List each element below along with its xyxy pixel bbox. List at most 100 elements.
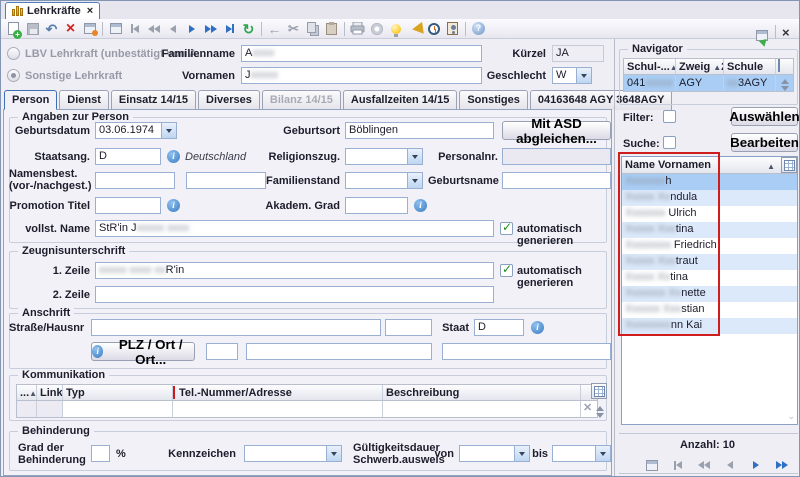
document-tab-lehrkraefte[interactable]: Lehrkräfte × [5,2,100,19]
notification-button[interactable] [405,20,424,38]
table-settings-button[interactable] [591,383,607,399]
tab-close-icon[interactable]: × [87,5,93,17]
link-column-header[interactable]: Link [37,385,63,400]
user-data-button[interactable] [443,20,462,38]
radio-sonstige-lehrkraft[interactable] [7,69,20,82]
tab-person[interactable]: Person [4,90,57,110]
plz-ort-button[interactable]: iPLZ / Ort / Ort... [91,342,195,361]
tab-ausfallzeiten[interactable]: Ausfallzeiten 14/15 [343,90,457,110]
list-settings-button[interactable] [781,157,797,173]
list-item[interactable]: Xxxxxx Xxxstian [622,302,797,318]
row-spinner[interactable] [593,402,607,422]
navigator-header-row[interactable]: Schul-...▲1 Zweig ▲2 Schule [623,58,794,75]
navigator-selected-row[interactable]: 041xxxxx AGY xx3AGY [623,75,794,92]
new-record-button[interactable] [4,20,23,38]
vornamen-field[interactable]: Jxxxxx [241,67,482,84]
save-button[interactable] [23,20,42,38]
link-cell[interactable] [37,401,63,417]
list-item[interactable]: Xxxxx Xxxtina [622,222,797,238]
beschreibung-cell[interactable] [383,401,581,417]
copy-button[interactable] [303,20,322,38]
familienname-field[interactable]: Axxxx [241,45,482,62]
chevron-down-icon[interactable] [326,445,342,462]
tel-cell[interactable] [173,401,383,417]
sort-column-header[interactable]: ...▲ [17,385,37,400]
list-item[interactable]: Xxxxxxx Xxnette [622,286,797,302]
geschlecht-combo[interactable]: W [552,67,592,84]
info-icon[interactable]: i [531,321,544,334]
namensbest-vor-field[interactable] [95,172,175,189]
navigator-settings-button[interactable] [776,59,793,74]
vollname-autogen-checkbox[interactable] [500,222,513,235]
geburtsname-field[interactable] [502,172,611,189]
hint-button[interactable] [386,20,405,38]
namensbest-nach-field[interactable] [186,172,266,189]
navigator-row-spinner[interactable] [776,75,793,91]
undo-button[interactable]: ↶ [42,20,61,38]
close-view-icon[interactable]: × [782,26,790,39]
fast-forward-button[interactable] [772,456,791,474]
akadem-grad-field[interactable] [345,197,408,214]
typ-column-header[interactable]: Typ [63,385,173,400]
radio-lbv-lehrkraft[interactable] [7,47,20,60]
print-button[interactable] [348,20,367,38]
chevron-down-icon[interactable] [514,445,530,462]
edit-form-button[interactable] [80,20,99,38]
bis-combo[interactable] [552,445,611,462]
tab-einsatz[interactable]: Einsatz 14/15 [111,90,196,110]
zeile2-field[interactable] [95,286,494,303]
forward-button[interactable] [746,456,765,474]
asd-abgleichen-button[interactable]: Mit ASD abgleichen... [502,121,611,140]
sort-asc-icon[interactable]: ▲ [767,162,775,171]
info-icon[interactable]: i [167,199,180,212]
fast-back-button[interactable] [694,456,713,474]
beschreibung-column-header[interactable]: Beschreibung [383,385,581,400]
familienstand-combo[interactable] [345,172,423,189]
vollname-field[interactable]: StR'in Jxxxxx xxxx [95,220,494,237]
teacher-list-header[interactable]: Name Vornamen ▲ [622,157,797,174]
grad-field[interactable] [91,445,110,462]
schulnr-column-header[interactable]: Schul-...▲1 [624,59,676,74]
tab-dienst[interactable]: Dienst [59,90,109,110]
first-record-button[interactable] [125,20,144,38]
list-item[interactable]: Xxxxxxxxnn Kai [622,318,797,334]
tab-diverses[interactable]: Diverses [198,90,260,110]
first-record-button[interactable] [668,456,687,474]
help-button[interactable]: ? [469,20,488,38]
cut-button[interactable]: ✂ [284,20,303,38]
chevron-down-icon[interactable] [161,122,177,139]
hausnr-field[interactable] [385,319,432,336]
list-item[interactable]: Xxxxx Xxndula [622,190,797,206]
list-item[interactable]: Xxxxxxx Ulrich [622,206,797,222]
bearbeiten-button[interactable]: Bearbeiten [731,133,798,152]
last-record-button[interactable] [220,20,239,38]
copy-record-button[interactable] [106,20,125,38]
suche-checkbox[interactable] [663,136,676,149]
schedule-button[interactable] [424,20,443,38]
chevron-down-icon[interactable] [407,148,423,165]
staat-field[interactable]: D [474,319,524,336]
list-item[interactable]: Xxxxx Xxtina [622,270,797,286]
delete-button[interactable]: × [61,20,80,38]
info-icon[interactable]: i [414,199,427,212]
filter-checkbox[interactable] [663,110,676,123]
zeugnis-autogen-checkbox[interactable] [500,264,513,277]
promotion-titel-field[interactable] [95,197,161,214]
back-button[interactable] [163,20,182,38]
chevron-down-icon[interactable] [595,445,611,462]
zweig-column-header[interactable]: Zweig ▲2 [676,59,724,74]
list-item[interactable]: Xxxxx Xxxtraut [622,254,797,270]
chevron-down-icon[interactable] [407,172,423,189]
export-button[interactable] [367,20,386,38]
list-item[interactable]: Xxxxxxxx Friedrich [622,238,797,254]
typ-cell[interactable] [63,401,173,417]
plz-field[interactable] [206,343,238,360]
forward-button[interactable] [182,20,201,38]
scroll-down-icon[interactable]: ⌄ [787,411,795,422]
staatsang-field[interactable]: D [95,148,161,165]
chevron-down-icon[interactable] [576,67,592,84]
back-button[interactable] [720,456,739,474]
detach-window-button[interactable] [752,26,771,44]
religionszug-combo[interactable] [345,148,423,165]
geburtsdatum-combo[interactable]: 03.06.1974 [95,122,177,139]
